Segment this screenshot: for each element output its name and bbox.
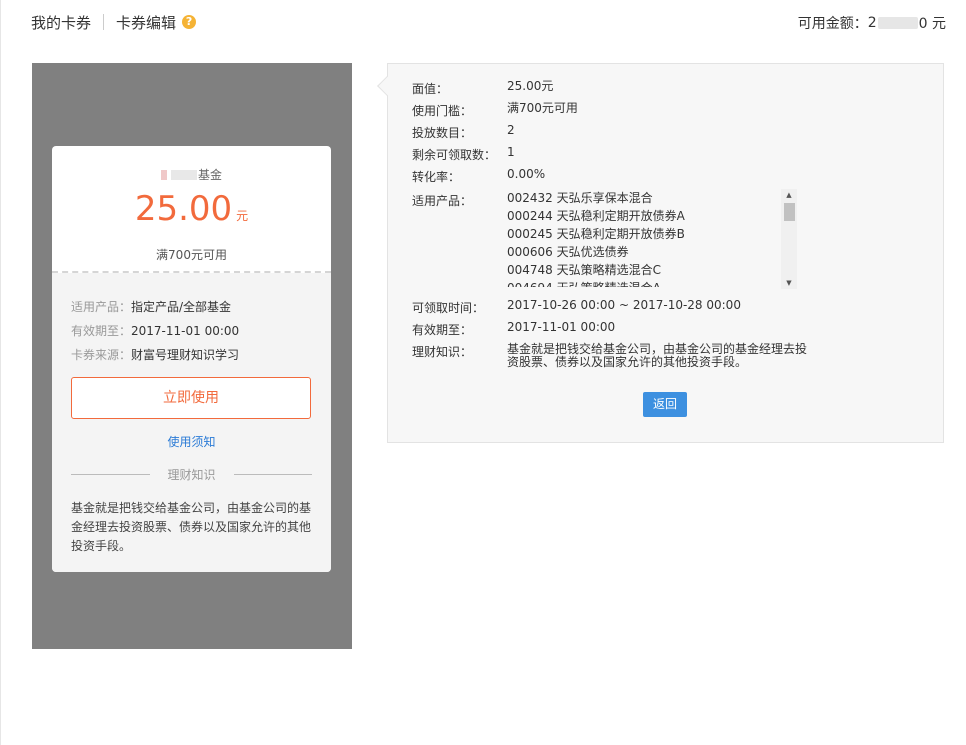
detail-expiry-label: 有效期至： [412, 323, 473, 337]
coupon-threshold: 满700元可用 [156, 248, 227, 262]
card-knowledge-text: 基金就是把钱交给基金公司，由基金公司的基金经理去投资股票、债券以及国家允许的其他… [71, 501, 312, 553]
detail-knowledge-row: 理财知识： 基金就是把钱交给基金公司，由基金公司的基金经理去投资股票、债券以及国… [412, 343, 807, 369]
crumb-separator [103, 14, 105, 30]
balance-mask [877, 17, 918, 29]
card-source-row: 卡券来源：财富号理财知识学习 [71, 343, 312, 367]
balance-label: 可用金额： [797, 16, 868, 32]
detail-knowledge-value: 基金就是把钱交给基金公司，由基金公司的基金经理去投资股票、债券以及国家允许的其他… [507, 342, 808, 369]
detail-remain-label: 剩余可领取数： [412, 148, 497, 162]
fund-name-mask [160, 169, 197, 180]
coupon-amount: 25.00 元 [52, 189, 331, 236]
detail-expiry-value: 2017-11-01 00:00 [507, 320, 616, 334]
detail-face-row: 面值： 25.00元 [412, 80, 807, 97]
product-item: 004748 天弘策略精选混合C [507, 263, 662, 277]
fund-name-suffix: 基金 [197, 168, 222, 182]
divider-text: 理财知识 [167, 468, 216, 482]
card-source-label: 卡券来源： [71, 348, 132, 362]
detail-products-label: 适用产品： [412, 194, 473, 208]
card-expiry-value: 2017-11-01 00:00 [131, 324, 240, 338]
card-preview: 基金 25.00 元 满700元可用 适用产品：指定产品/全部基金 有效期至：20… [32, 63, 352, 649]
detail-threshold-row: 使用门槛： 满700元可用 [412, 102, 807, 119]
product-item: 002432 天弘乐享保本混合 [507, 191, 653, 205]
scroll-down-icon[interactable]: ▼ [781, 277, 797, 289]
coupon-amount-value: 25.00 [134, 189, 233, 229]
card-expiry-row: 有效期至：2017-11-01 00:00 [71, 319, 312, 343]
detail-threshold-value: 满700元可用 [507, 101, 578, 115]
card-source-value: 财富号理财知识学习 [131, 348, 240, 362]
detail-conversion-value: 0.00% [507, 167, 546, 181]
detail-panel: 面值： 25.00元 使用门槛： 满700元可用 投放数目： 2 剩余可领取数：… [377, 63, 944, 443]
product-item: 004694 天弘策略精选混合A [507, 279, 797, 287]
detail-claim-value: 2017-10-26 00:00 ~ 2017-10-28 00:00 [507, 298, 741, 312]
divider-line-left [71, 474, 150, 475]
product-item: 000245 天弘稳利定期开放债券B [507, 227, 685, 241]
breadcrumb: 我的卡券 卡券编辑 ? [31, 12, 197, 33]
detail-claim-label: 可领取时间： [412, 301, 485, 315]
detail-count-row: 投放数目： 2 [412, 124, 807, 141]
balance-prefix: 2 [867, 15, 877, 31]
coupon-card-top: 基金 25.00 元 满700元可用 [52, 146, 331, 273]
detail-expiry-row: 有效期至： 2017-11-01 00:00 [412, 321, 807, 338]
crumb-card-edit: 卡券编辑 [116, 13, 177, 32]
back-button[interactable]: 返回 [643, 392, 687, 417]
card-product-row: 适用产品：指定产品/全部基金 [71, 295, 312, 319]
product-list-scrollbar[interactable]: ▲ ▼ [781, 189, 797, 289]
card-expiry-label: 有效期至： [71, 324, 132, 338]
scroll-up-icon[interactable]: ▲ [781, 189, 797, 201]
detail-products-row: 适用产品： [412, 192, 507, 209]
detail-arrow [377, 76, 397, 96]
detail-conversion-row: 转化率： 0.00% [412, 168, 807, 185]
divider-line-right [233, 474, 313, 475]
balance: 可用金额： 2 0 元 [798, 13, 946, 33]
coupon-card: 基金 25.00 元 满700元可用 适用产品：指定产品/全部基金 有效期至：20… [52, 146, 331, 572]
knowledge-divider: 理财知识 [71, 466, 313, 483]
scroll-thumb[interactable] [783, 203, 795, 221]
detail-face-value: 25.00元 [507, 79, 554, 93]
card-product-label: 适用产品： [71, 300, 132, 314]
use-now-button[interactable]: 立即使用 [71, 377, 311, 419]
usage-notice-link[interactable]: 使用须知 [71, 433, 312, 450]
detail-remain-value: 1 [507, 145, 515, 159]
balance-suffix: 0 元 [918, 16, 946, 32]
crumb-my-cards[interactable]: 我的卡券 [31, 12, 91, 33]
detail-knowledge-label: 理财知识： [412, 345, 473, 359]
detail-face-label: 面值： [412, 82, 449, 96]
help-icon[interactable]: ? [182, 15, 197, 29]
card-product-value: 指定产品/全部基金 [131, 300, 232, 314]
detail-threshold-label: 使用门槛： [412, 104, 473, 118]
detail-claim-row: 可领取时间： 2017-10-26 00:00 ~ 2017-10-28 00:… [412, 299, 807, 316]
coupon-card-bottom: 适用产品：指定产品/全部基金 有效期至：2017-11-01 00:00 卡券来… [52, 273, 331, 572]
product-item: 000606 天弘优选债券 [507, 245, 629, 259]
detail-count-label: 投放数目： [412, 126, 473, 140]
coupon-amount-unit: 元 [236, 209, 249, 223]
detail-count-value: 2 [507, 123, 515, 137]
fund-name: 基金 [52, 146, 331, 183]
detail-remain-row: 剩余可领取数： 1 [412, 146, 807, 163]
detail-conversion-label: 转化率： [412, 170, 461, 184]
product-item: 000244 天弘稳利定期开放债券A [507, 209, 685, 223]
product-list[interactable]: 002432 天弘乐享保本混合 000244 天弘稳利定期开放债券A 00024… [507, 189, 797, 287]
